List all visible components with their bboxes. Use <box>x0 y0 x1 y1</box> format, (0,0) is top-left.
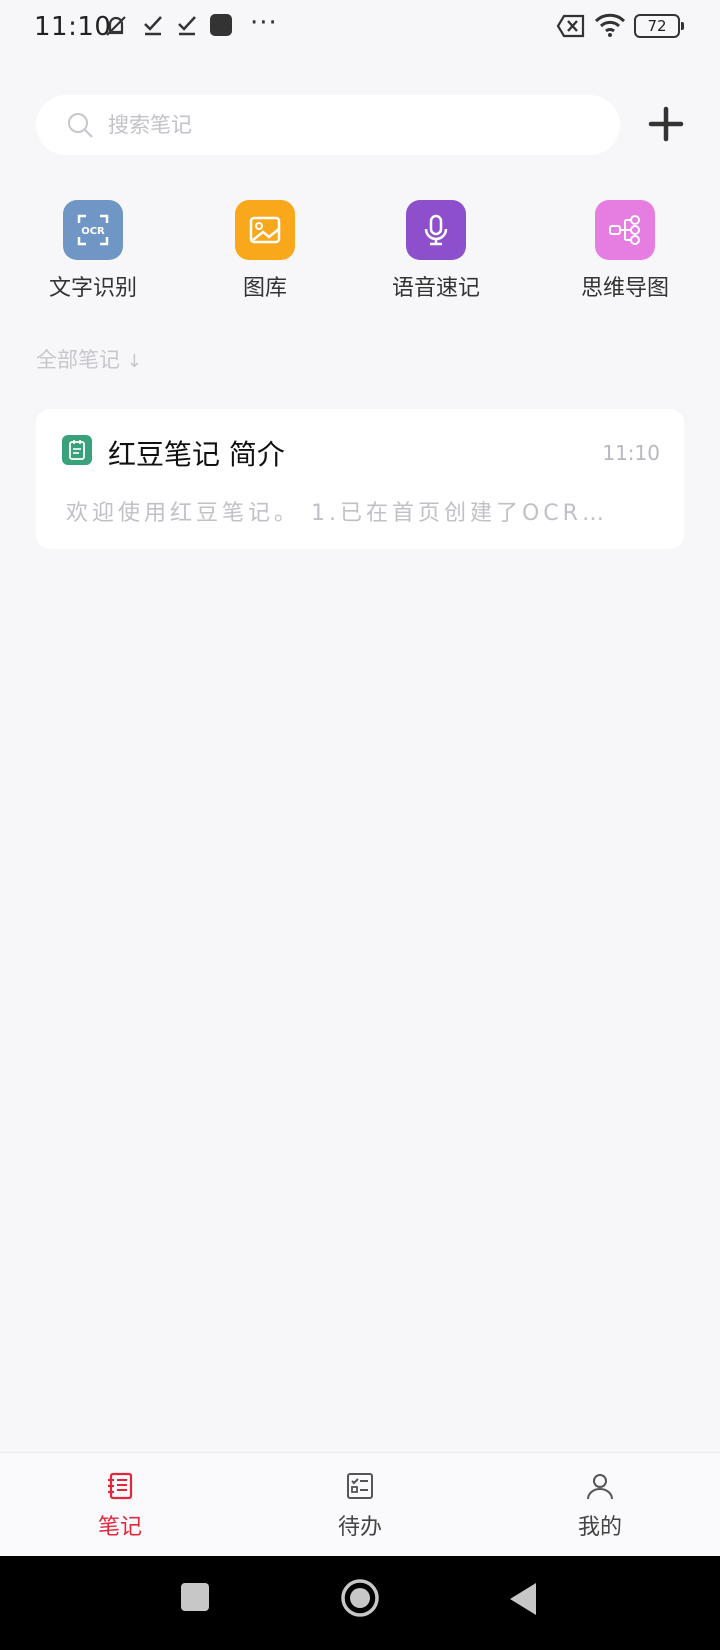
note-title: 红豆笔记 简介 <box>108 438 285 471</box>
tool-label: 思维导图 <box>580 276 669 301</box>
screen: 11:10 ··· 72 OCR <box>0 0 720 1650</box>
tool-mindmap[interactable]: 思维导图 <box>550 200 700 302</box>
note-time: 11:10 <box>602 441 660 465</box>
nav-item-notes[interactable]: 笔记 <box>60 1471 180 1541</box>
tool-label: 文字识别 <box>48 276 137 301</box>
square-icon <box>210 14 232 36</box>
bottom-nav: 笔记 待办 我的 <box>0 1452 720 1556</box>
svg-text:OCR: OCR <box>81 226 105 237</box>
nav-item-todo[interactable]: 待办 <box>300 1471 420 1541</box>
profile-icon <box>585 1471 615 1501</box>
note-icon <box>62 435 92 465</box>
home-button[interactable] <box>340 1578 380 1622</box>
status-bar: 11:10 ··· 72 <box>0 0 720 54</box>
search-input[interactable] <box>108 95 588 155</box>
check-icon <box>142 14 164 40</box>
note-card[interactable]: 红豆笔记 简介 11:10 欢迎使用红豆笔记。 1.已在首页创建了OCR… <box>36 409 684 549</box>
tool-ocr[interactable]: OCR 文字识别 <box>18 200 168 302</box>
nav-label: 笔记 <box>97 1515 142 1540</box>
tool-gallery[interactable]: 图库 <box>190 200 340 302</box>
nav-label: 我的 <box>577 1515 622 1540</box>
check-icon <box>176 14 198 40</box>
search-box[interactable] <box>36 95 620 155</box>
gallery-icon <box>235 200 295 260</box>
checklist-icon <box>345 1471 375 1501</box>
ocr-icon: OCR <box>63 200 123 260</box>
system-nav-bar <box>0 1556 720 1650</box>
notebook-icon <box>105 1471 135 1501</box>
tool-voice[interactable]: 语音速记 <box>361 200 511 302</box>
recent-apps-button[interactable] <box>180 1582 210 1616</box>
mindmap-icon <box>595 200 655 260</box>
sort-arrow-icon: ↓ <box>126 351 142 372</box>
microphone-icon <box>406 200 466 260</box>
back-button[interactable] <box>508 1582 538 1620</box>
note-preview: 欢迎使用红豆笔记。 1.已在首页创建了OCR… <box>66 501 608 526</box>
overflow-dots-icon: ··· <box>250 8 278 38</box>
nav-label: 待办 <box>337 1515 382 1540</box>
nav-item-profile[interactable]: 我的 <box>540 1471 660 1541</box>
section-title: 全部笔记 <box>36 348 120 372</box>
tool-label: 图库 <box>242 276 287 301</box>
status-time: 11:10 <box>34 12 112 42</box>
add-note-button[interactable] <box>646 104 686 144</box>
search-icon <box>66 111 94 143</box>
mute-icon <box>102 12 130 44</box>
sim-x-icon <box>556 14 586 42</box>
tool-label: 语音速记 <box>391 276 480 301</box>
battery-icon: 72 <box>634 14 684 38</box>
wifi-icon <box>594 12 626 42</box>
section-header-all-notes[interactable]: 全部笔记 ↓ <box>36 344 142 374</box>
